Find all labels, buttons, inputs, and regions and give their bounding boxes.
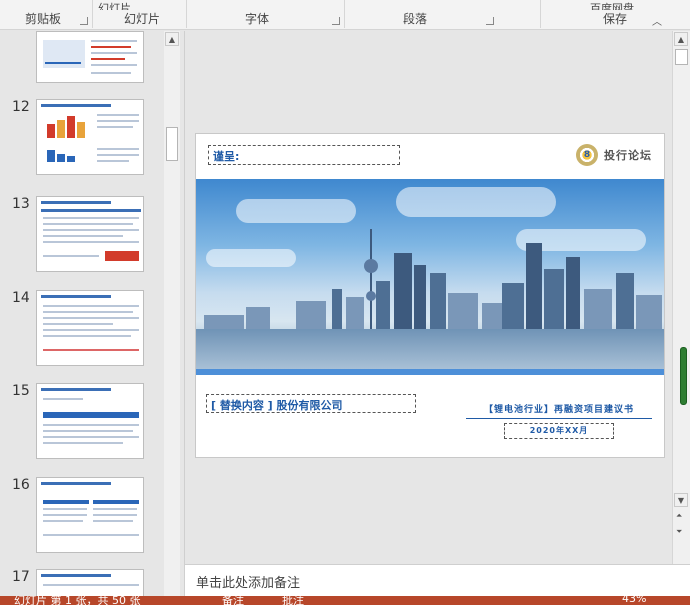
slide-thumbnail-12[interactable]: 12 — [0, 99, 165, 181]
scroll-down-icon[interactable]: ▼ — [674, 493, 688, 507]
thumbnail-scrollbar[interactable]: ▲ — [164, 31, 180, 596]
logo-text: 投行论坛 — [604, 149, 652, 162]
scroll-up-icon[interactable]: ▲ — [165, 32, 179, 46]
thumbnail-image[interactable] — [36, 290, 144, 366]
slide-number: 12 — [12, 99, 30, 115]
river-reflection — [196, 329, 664, 369]
city-skyline-image[interactable] — [196, 179, 664, 369]
collapse-ribbon-icon[interactable]: ︿ — [652, 13, 662, 28]
slide-number: 17 — [12, 569, 30, 585]
slide-number: 16 — [12, 477, 30, 493]
ribbon-group-clipboard: 剪贴板 — [24, 12, 61, 26]
slide-editor: 谨呈: 8 投行论坛 [替换内容] 股份有限公司 【锂电池行业】再融资项目建… — [184, 31, 674, 564]
thumbnail-image[interactable] — [36, 196, 144, 272]
ribbon-group-font: 字体 — [244, 12, 269, 26]
notes-toggle-button[interactable]: 备注 — [222, 596, 244, 605]
slide-thumbnail-16[interactable]: 16 — [0, 477, 165, 559]
presented-to-placeholder[interactable]: 谨呈: — [208, 145, 400, 165]
font-launcher-icon[interactable] — [332, 17, 340, 25]
clipboard-launcher-icon[interactable] — [80, 17, 88, 25]
paragraph-launcher-icon[interactable] — [486, 17, 494, 25]
ribbon-group-paragraph: 段落 — [402, 12, 427, 26]
date-placeholder[interactable]: 2020年XX月 — [504, 423, 614, 439]
ribbon-group-slides: 幻灯片 — [123, 12, 160, 26]
comments-toggle-button[interactable]: 批注 — [282, 596, 304, 605]
slide-thumbnail-13[interactable]: 13 — [0, 196, 165, 278]
scroll-thumb[interactable] — [675, 49, 688, 65]
editor-scrollbar[interactable]: ▲ ▼ ⏶ ⏷ — [672, 31, 690, 564]
baidu-netdisk-button-partial[interactable]: 百度网盘 — [590, 0, 660, 10]
ribbon-separator — [186, 0, 187, 28]
slide-thumbnail-11[interactable] — [0, 31, 165, 83]
ribbon-separator — [92, 0, 93, 28]
slide-number: 13 — [12, 196, 30, 212]
thumbnail-image[interactable] — [36, 99, 144, 175]
scroll-position-marker — [680, 347, 687, 405]
slide-thumbnail-17[interactable]: 17 — [0, 569, 165, 597]
thumbnail-image[interactable] — [36, 477, 144, 553]
slide-thumbnail-15[interactable]: 15 — [0, 383, 165, 465]
ribbon-group-save: 保存 — [602, 12, 627, 26]
slide-thumbnail-pane: 12 13 14 15 16 17 ▲ — [0, 31, 181, 597]
thumbnail-image[interactable] — [36, 31, 144, 83]
report-title[interactable]: 【锂电池行业】再融资项目建议书 — [466, 402, 652, 419]
slide-number: 15 — [12, 383, 30, 399]
powerpoint-window: 幻灯片 百度网盘 剪贴板 幻灯片 字体 段落 保存 ︿ 12 13 14 15 … — [0, 0, 690, 605]
notes-placeholder[interactable]: 单击此处添加备注 — [196, 572, 300, 591]
thumbnail-image[interactable] — [36, 569, 144, 597]
thumbnail-image[interactable] — [36, 383, 144, 459]
ribbon-separator — [540, 0, 541, 28]
current-slide[interactable]: 谨呈: 8 投行论坛 [替换内容] 股份有限公司 【锂电池行业】再融资项目建… — [195, 133, 665, 458]
new-slide-button-partial[interactable]: 幻灯片 — [98, 0, 158, 10]
previous-slide-icon[interactable]: ⏶ — [676, 511, 682, 521]
scroll-up-icon[interactable]: ▲ — [674, 32, 688, 46]
logo-mark-icon: 8 — [576, 144, 598, 166]
slide-count-status: 幻灯片 第 1 张，共 50 张 — [14, 596, 141, 605]
logo: 8 投行论坛 — [576, 144, 652, 166]
company-name-placeholder[interactable]: [ 替换内容 ] 股份有限公司 — [206, 394, 416, 413]
ribbon-separator — [344, 0, 345, 28]
next-slide-icon[interactable]: ⏷ — [676, 527, 682, 537]
blue-divider — [196, 369, 664, 375]
scroll-thumb[interactable] — [166, 127, 178, 161]
status-bar: 幻灯片 第 1 张，共 50 张 备注 批注 43% — [0, 596, 690, 605]
notes-pane[interactable]: 单击此处添加备注 — [184, 564, 690, 596]
ribbon: 幻灯片 百度网盘 剪贴板 幻灯片 字体 段落 保存 ︿ — [0, 0, 690, 30]
slide-thumbnail-14[interactable]: 14 — [0, 290, 165, 372]
zoom-level[interactable]: 43% — [622, 596, 646, 605]
slide-number: 14 — [12, 290, 30, 306]
